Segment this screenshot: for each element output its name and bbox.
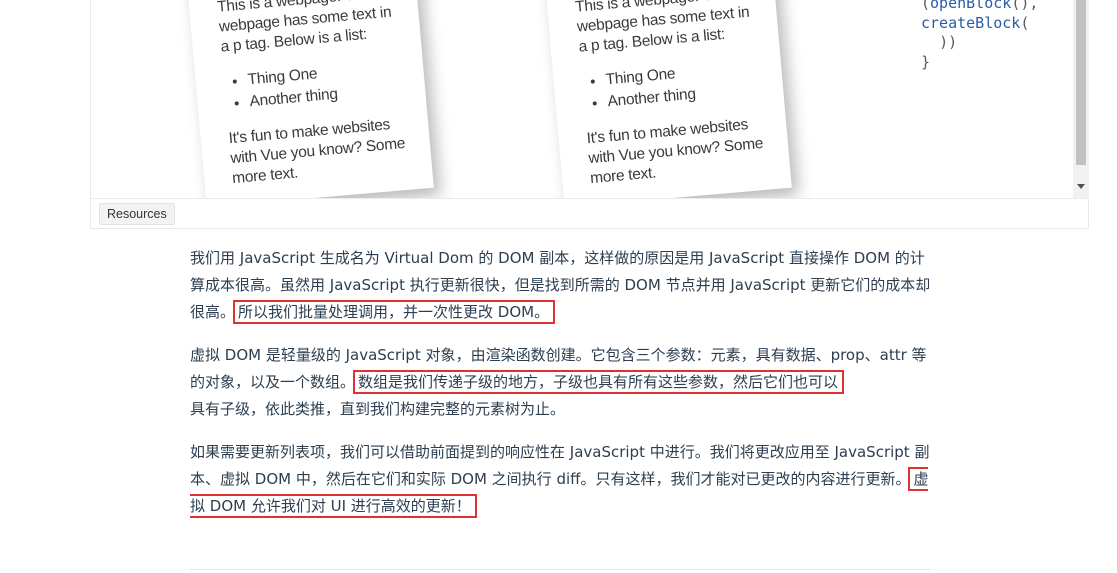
article-body: 我们用 JavaScript 生成名为 Virtual Dom 的 DOM 副本… — [190, 245, 932, 536]
paragraph-2: 虚拟 DOM 是轻量级的 JavaScript 对象，由渲染函数创建。它包含三个… — [190, 342, 932, 423]
highlighted-text: 所以我们批量处理调用，并一次性更改 DOM。 — [233, 300, 556, 324]
code-line: } — [921, 52, 931, 71]
card-intro-text: This is a webpage. This webpage has some… — [574, 0, 750, 56]
card-intro-text: This is a webpage. This webpage has some… — [216, 0, 392, 56]
code-snippet: (openBlock(), createBlock( )) } — [921, 0, 1038, 72]
card-outro-text: It's fun to make websites with Vue you k… — [228, 116, 406, 188]
demo-preview: This is a webpage. This webpage has some… — [91, 0, 1089, 199]
code-line: createBlock( — [921, 13, 1030, 32]
card-list: Thing One Another thing — [581, 56, 766, 116]
code-line: )) — [939, 33, 958, 51]
paragraph-3: 如果需要更新列表项，我们可以借助前面提到的响应性在 JavaScript 中进行… — [190, 439, 932, 520]
demo-panel: This is a webpage. This webpage has some… — [90, 0, 1089, 229]
card-outro-text: It's fun to make websites with Vue you k… — [586, 116, 764, 188]
scrollbar-thumb[interactable] — [1076, 0, 1086, 165]
paragraph-text: 如果需要更新列表项，我们可以借助前面提到的响应性在 JavaScript 中进行… — [190, 443, 930, 488]
highlighted-text: 数组是我们传递子级的地方，子级也具有所有这些参数，然后它们也可以 — [353, 370, 845, 394]
divider — [190, 569, 930, 570]
card-list: Thing One Another thing — [223, 56, 408, 116]
rotated-card-2: This is a webpage. This webpage has some… — [542, 0, 792, 198]
code-line: (openBlock(), — [921, 0, 1039, 12]
resources-tab[interactable]: Resources — [99, 203, 175, 225]
rotated-card-1: This is a webpage. This webpage has some… — [184, 0, 434, 198]
paragraph-1: 我们用 JavaScript 生成名为 Virtual Dom 的 DOM 副本… — [190, 245, 932, 326]
scroll-down-arrow-icon[interactable] — [1077, 184, 1085, 189]
vertical-scrollbar[interactable] — [1073, 0, 1089, 198]
paragraph-text: 具有子级，依此类推，直到我们构建完整的元素树为止。 — [190, 400, 566, 418]
